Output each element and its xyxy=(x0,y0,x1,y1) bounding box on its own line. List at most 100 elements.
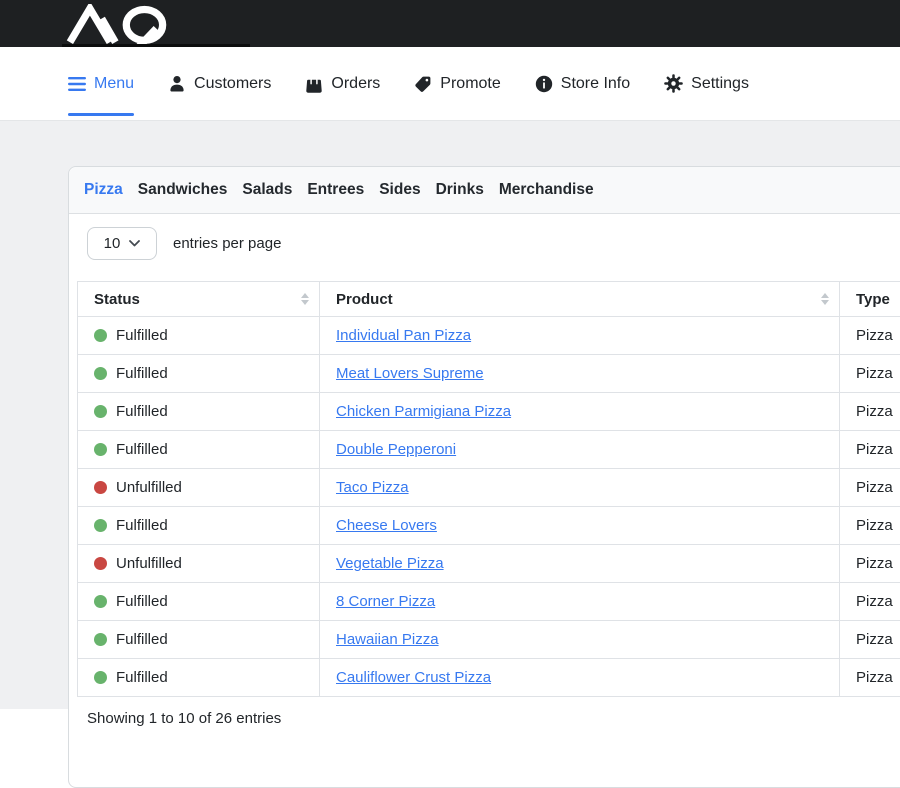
nav-item-settings[interactable]: Settings xyxy=(664,47,749,120)
tab-entrees[interactable]: Entrees xyxy=(307,181,364,199)
product-link[interactable]: Meat Lovers Supreme xyxy=(336,365,484,382)
product-link[interactable]: Cheese Lovers xyxy=(336,517,437,534)
table-body: FulfilledIndividual Pan PizzaPizzaFulfil… xyxy=(78,317,900,697)
tab-salads[interactable]: Salads xyxy=(242,181,292,199)
hamburger-icon xyxy=(68,77,86,91)
column-label: Type xyxy=(856,291,890,308)
status-label: Fulfilled xyxy=(116,403,168,420)
nav-item-label: Menu xyxy=(94,75,134,93)
table-row: UnfulfilledVegetable PizzaPizza xyxy=(78,545,900,583)
status-cell: Fulfilled xyxy=(78,393,320,431)
product-link[interactable]: Vegetable Pizza xyxy=(336,555,444,572)
table-row: Fulfilled Double Pepperoni Pizza xyxy=(78,431,900,469)
type-cell: Pizza xyxy=(840,393,900,431)
product-cell: Individual Pan Pizza xyxy=(320,317,840,355)
card-body: 10 entries per page StatusProduct Type Fu… xyxy=(69,214,900,787)
status-dot-icon xyxy=(94,443,107,456)
menu-card: Pizza Sandwiches Salads Entrees Sides Drinks M… xyxy=(68,166,900,788)
product-link[interactable]: Hawaiian Pizza xyxy=(336,631,439,648)
page-background: Pizza Sandwiches Salads Entrees Sides Drinks M… xyxy=(0,121,900,709)
status-cell: Unfulfilled xyxy=(78,469,320,507)
tab-pizza[interactable]: Pizza xyxy=(84,181,123,199)
column-header-type[interactable]: Type xyxy=(840,282,900,317)
product-link[interactable]: 8 Corner Pizza xyxy=(336,593,435,610)
product-link[interactable]: Individual Pan Pizza xyxy=(336,327,471,344)
product-link[interactable]: Chicken Parmigiana Pizza xyxy=(336,403,511,420)
user-icon xyxy=(168,75,186,93)
column-header-status[interactable]: Status xyxy=(78,282,320,317)
entries-length-row: 10 entries per page xyxy=(87,227,900,260)
nav-item-menu[interactable]: Menu xyxy=(68,47,134,120)
nav-item-promote[interactable]: Promote xyxy=(414,47,500,120)
status-cell-inner: Fulfilled xyxy=(94,327,303,344)
nav-item-orders[interactable]: Orders xyxy=(305,47,380,120)
status-cell: Fulfilled xyxy=(78,583,320,621)
sort-down-arrow xyxy=(301,300,309,305)
tab-merchandise[interactable]: Merchandise xyxy=(499,181,594,199)
tag-icon xyxy=(414,75,432,93)
type-cell: Pizza xyxy=(840,659,900,697)
tab-drinks[interactable]: Drinks xyxy=(436,181,484,199)
column-header-inner: Type xyxy=(856,291,900,308)
status-cell-inner: Fulfilled xyxy=(94,631,303,648)
product-link[interactable]: Double Pepperoni xyxy=(336,441,456,458)
type-cell: Pizza xyxy=(840,317,900,355)
status-cell: Fulfilled xyxy=(78,659,320,697)
nav-item-customers[interactable]: Customers xyxy=(168,47,271,120)
nav-item-label: Settings xyxy=(691,75,749,93)
status-cell-inner: Fulfilled xyxy=(94,669,303,686)
tab-sides[interactable]: Sides xyxy=(379,181,420,199)
entries-per-page-label: entries per page xyxy=(173,235,281,252)
type-cell: Pizza xyxy=(840,507,900,545)
product-cell: Meat Lovers Supreme xyxy=(320,355,840,393)
nav-item-store-info[interactable]: Store Info xyxy=(535,47,630,120)
status-cell-inner: Fulfilled xyxy=(94,441,303,458)
product-cell: Hawaiian Pizza xyxy=(320,621,840,659)
status-label: Fulfilled xyxy=(116,365,168,382)
gear-icon xyxy=(664,74,683,93)
nav-item-label: Promote xyxy=(440,75,500,93)
product-cell: Vegetable Pizza xyxy=(320,545,840,583)
status-cell: Unfulfilled xyxy=(78,545,320,583)
sort-icon xyxy=(301,293,309,305)
status-cell-inner: Unfulfilled xyxy=(94,479,303,496)
top-logo-bar xyxy=(0,0,900,47)
type-cell: Pizza xyxy=(840,431,900,469)
status-dot-icon xyxy=(94,329,107,342)
type-cell: Pizza xyxy=(840,583,900,621)
status-cell: Fulfilled xyxy=(78,317,320,355)
status-cell-inner: Fulfilled xyxy=(94,403,303,420)
product-link[interactable]: Taco Pizza xyxy=(336,479,409,496)
table-row: Fulfilled Hawaiian Pizza Pizza xyxy=(78,621,900,659)
status-cell: Fulfilled xyxy=(78,355,320,393)
nav-item-label: Store Info xyxy=(561,75,630,93)
type-cell: Pizza xyxy=(840,621,900,659)
status-label: Unfulfilled xyxy=(116,479,182,496)
product-cell: 8 Corner Pizza xyxy=(320,583,840,621)
table-row: FulfilledMeat Lovers SupremePizza xyxy=(78,355,900,393)
nav-item-label: Orders xyxy=(331,75,380,93)
column-header-product[interactable]: Product xyxy=(320,282,840,317)
product-cell: Taco Pizza xyxy=(320,469,840,507)
entries-per-page-select[interactable]: 10 xyxy=(87,227,157,260)
table-row: UnfulfilledTaco PizzaPizza xyxy=(78,469,900,507)
product-link[interactable]: Cauliflower Crust Pizza xyxy=(336,669,491,686)
sort-icon xyxy=(821,293,829,305)
sort-up-arrow xyxy=(821,293,829,298)
table-row: Fulfilled Chicken Parmigiana Pizza Pizza xyxy=(78,393,900,431)
shopping-bag-icon xyxy=(305,75,323,93)
table-row: Fulfilled Individual Pan Pizza Pizza xyxy=(78,317,900,355)
tab-sandwiches[interactable]: Sandwiches xyxy=(138,181,228,199)
status-label: Fulfilled xyxy=(116,441,168,458)
status-cell-inner: Unfulfilled xyxy=(94,555,303,572)
nav-active-underline xyxy=(68,113,134,116)
status-dot-icon xyxy=(94,557,107,570)
sort-down-arrow xyxy=(821,300,829,305)
table-info-text: Showing 1 to 10 of 26 entries xyxy=(87,710,900,727)
table-row: Fulfilled Cauliflower Crust Pizza Pizza xyxy=(78,659,900,697)
info-icon xyxy=(535,75,553,93)
product-cell: Double Pepperoni xyxy=(320,431,840,469)
table-row: FulfilledCheese LoversPizza xyxy=(78,507,900,545)
products-table: StatusProduct Type Fulfilled Individual Pa… xyxy=(77,281,900,697)
product-cell: Cheese Lovers xyxy=(320,507,840,545)
